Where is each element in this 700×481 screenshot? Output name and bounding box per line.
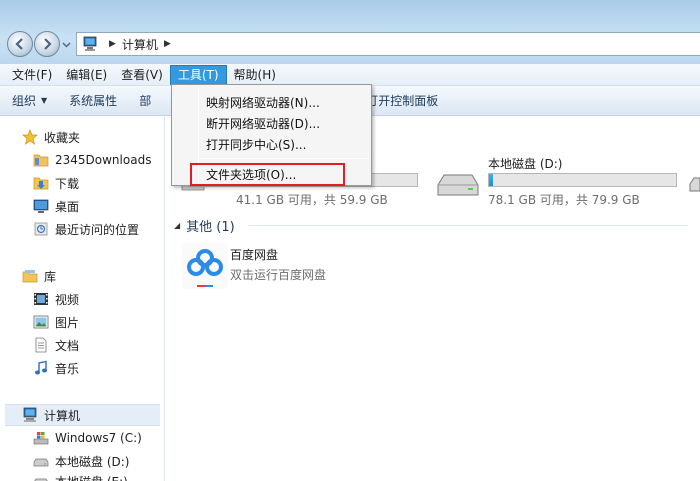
navigation-pane: 收藏夹 2345Downloads 下载 桌面 最近访问的位置 库 视频 图片 …	[0, 117, 165, 481]
breadcrumb-computer[interactable]: 计算机	[122, 36, 158, 53]
sidebar-item-label: 本地磁盘 (E:)	[55, 473, 128, 481]
desktop-icon	[33, 199, 49, 213]
hard-drive-icon[interactable]	[434, 169, 482, 199]
breadcrumb-separator-icon[interactable]: ▶	[109, 39, 116, 49]
app-description: 双击运行百度网盘	[230, 268, 327, 282]
video-icon	[34, 293, 48, 305]
sidebar-item-label: 本地磁盘 (D:)	[55, 454, 130, 469]
recent-places-icon	[34, 222, 48, 236]
download-folder-icon	[33, 177, 49, 190]
menu-separator	[200, 158, 369, 159]
menu-item-open-sync-center[interactable]: 打开同步中心(S)...	[206, 136, 306, 153]
sidebar-favorites[interactable]: 收藏夹	[22, 126, 187, 148]
sidebar-item-label: 文档	[55, 338, 80, 353]
menu-bar: 文件(F) 编辑(E) 查看(V) 工具(T) 帮助(H)	[0, 64, 700, 86]
organize-button[interactable]: 组织 ▼	[12, 92, 47, 109]
windows-drive-icon	[33, 432, 49, 445]
baidu-netdisk-logo-icon[interactable]	[182, 243, 228, 289]
star-icon	[22, 129, 38, 145]
partial-command-button[interactable]: 部	[139, 92, 151, 109]
address-bar[interactable]: ▶ 计算机 ▶	[76, 32, 700, 56]
hard-drive-icon[interactable]	[688, 174, 700, 194]
hard-drive-icon	[34, 478, 48, 481]
computer-icon	[23, 407, 37, 422]
sidebar-item-label: 2345Downloads	[55, 153, 152, 167]
hard-drive-icon	[33, 458, 49, 467]
sidebar-item-label: 视频	[55, 292, 80, 307]
arrow-right-icon	[44, 38, 52, 50]
drive-d-usage-bar	[488, 173, 677, 187]
menu-tools[interactable]: 工具(T)	[169, 64, 227, 85]
sidebar-item-label: 下载	[55, 176, 80, 191]
organize-label: 组织	[12, 94, 37, 108]
library-icon	[22, 270, 38, 283]
group-header-label: 其他 (1)	[186, 220, 235, 235]
sidebar-item-label: 最近访问的位置	[55, 222, 140, 237]
chevron-down-icon[interactable]	[62, 40, 71, 49]
music-icon	[35, 360, 47, 375]
sidebar-computer-label: 计算机	[44, 408, 81, 423]
system-properties-button[interactable]: 系统属性	[69, 92, 117, 109]
drive-d-usage-fill	[489, 174, 494, 186]
sidebar-libraries-label: 库	[44, 269, 57, 284]
app-name[interactable]: 百度网盘	[230, 246, 278, 263]
back-button[interactable]	[7, 31, 33, 57]
collapse-triangle-icon[interactable]: ◢	[174, 221, 180, 230]
drive-d-free-text: 78.1 GB 可用，共 79.9 GB	[488, 193, 640, 207]
breadcrumb-separator-icon[interactable]: ▶	[164, 39, 171, 49]
document-icon	[35, 337, 47, 353]
drive-d-name[interactable]: 本地磁盘 (D:)	[488, 155, 562, 172]
forward-button[interactable]	[34, 31, 60, 57]
menu-item-map-network-drive[interactable]: 映射网络驱动器(N)...	[206, 94, 320, 111]
menu-item-disconnect-network-drive[interactable]: 断开网络驱动器(D)...	[206, 115, 320, 132]
group-header-other[interactable]: ◢ 其他 (1)	[174, 216, 235, 235]
picture-icon	[33, 315, 49, 329]
sidebar-item-label: Windows7 (C:)	[55, 431, 142, 445]
highlight-annotation-box	[190, 163, 345, 186]
folder-icon	[33, 154, 49, 167]
sidebar-item-label: 桌面	[55, 199, 80, 214]
menu-file[interactable]: 文件(F)	[5, 65, 59, 85]
sidebar-item-label: 图片	[55, 315, 80, 330]
open-control-panel-button[interactable]: 打开控制面板	[366, 92, 438, 109]
menu-edit[interactable]: 编辑(E)	[59, 65, 114, 85]
sidebar-libraries[interactable]: 库	[22, 265, 187, 287]
arrow-left-icon	[15, 38, 23, 50]
drive-c-free-text: 41.1 GB 可用，共 59.9 GB	[236, 193, 388, 207]
sidebar-favorites-label: 收藏夹	[44, 130, 81, 145]
menu-view[interactable]: 查看(V)	[114, 65, 170, 85]
group-divider	[248, 225, 688, 226]
sidebar-computer[interactable]: 计算机	[5, 404, 160, 426]
chevron-down-icon: ▼	[41, 96, 48, 105]
sidebar-item-label: 音乐	[55, 361, 80, 376]
menu-help[interactable]: 帮助(H)	[227, 65, 283, 85]
title-bar: ▶ 计算机 ▶	[0, 0, 700, 64]
computer-icon	[83, 36, 97, 51]
